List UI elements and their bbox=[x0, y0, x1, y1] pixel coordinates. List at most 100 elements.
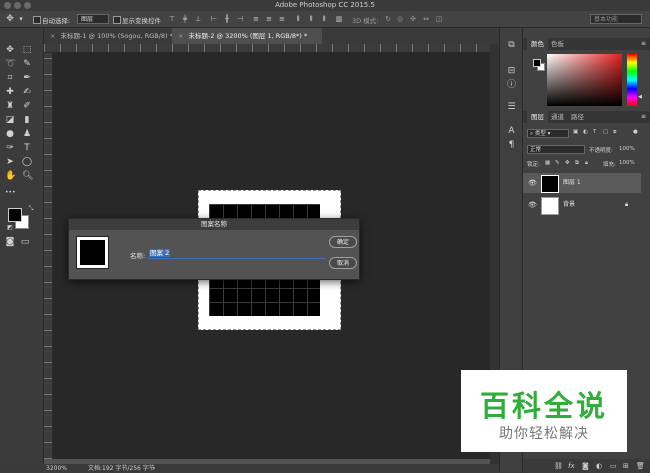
quick-mask-icon[interactable]: ◙ bbox=[5, 237, 15, 247]
adjustments-panel-icon[interactable]: ☰ bbox=[506, 102, 517, 113]
document-info[interactable]: 文档:192 字节/256 字节 bbox=[88, 464, 155, 473]
hand-tool-icon[interactable]: ✋ bbox=[5, 171, 16, 181]
gradient-tool-icon[interactable]: ▮ bbox=[22, 115, 32, 125]
zoom-level[interactable]: 3200% bbox=[46, 464, 67, 473]
distribute-left-icon[interactable]: ⦀ bbox=[294, 15, 302, 23]
color-field[interactable] bbox=[547, 54, 622, 106]
dodge-tool-icon[interactable]: ♟ bbox=[22, 129, 32, 139]
status-arrow-icon[interactable]: › bbox=[153, 464, 155, 473]
tab-document-1[interactable]: × 未标题-1 @ 100% (Sogou, RGB/8) * bbox=[44, 28, 173, 44]
lasso-tool-icon[interactable]: ➰ bbox=[5, 59, 16, 69]
tab-document-2[interactable]: × 未标题-2 @ 3200% (图层 1, RGB/8*) * bbox=[172, 28, 322, 44]
filter-adjust-icon[interactable]: ◐ bbox=[583, 129, 588, 135]
layer-row[interactable]: 👁︎ 背景 🔒︎ bbox=[523, 195, 641, 215]
group-icon[interactable]: ▭ bbox=[610, 462, 617, 470]
tab-color[interactable]: 颜色 bbox=[527, 38, 548, 50]
tab-paths[interactable]: 路径 bbox=[567, 111, 588, 123]
lock-brush-icon[interactable]: ✎ bbox=[555, 160, 560, 166]
paragraph-panel-icon[interactable]: ¶ bbox=[506, 140, 517, 151]
color-fg-swatch[interactable] bbox=[533, 59, 541, 67]
filter-pixel-icon[interactable]: ▣ bbox=[573, 129, 578, 135]
type-tool-icon[interactable]: T bbox=[22, 143, 32, 153]
panel-menu-icon[interactable]: ≡ bbox=[641, 40, 646, 47]
marquee-tool-icon[interactable]: ⬚ bbox=[22, 45, 32, 55]
ellipsis-icon[interactable]: ••• bbox=[5, 188, 16, 198]
info-panel-icon[interactable]: ⓘ bbox=[506, 80, 517, 91]
distribute-top-icon[interactable]: ≡ bbox=[252, 15, 260, 23]
eye-icon[interactable]: 👁︎ bbox=[528, 195, 537, 215]
lock-move-icon[interactable]: ✥ bbox=[565, 160, 570, 166]
scale-3d-icon[interactable]: ◫ bbox=[435, 15, 443, 23]
blur-tool-icon[interactable]: ● bbox=[5, 129, 15, 139]
cancel-button[interactable]: 取消 bbox=[329, 257, 357, 269]
auto-select-dropdown[interactable]: 图层 bbox=[77, 14, 109, 24]
distribute-bottom-icon[interactable]: ≡ bbox=[278, 15, 286, 23]
trash-icon[interactable]: 🗑︎ bbox=[636, 462, 645, 470]
workspace-search[interactable]: 基本功能 bbox=[590, 14, 642, 24]
roll-3d-icon[interactable]: ◎ bbox=[396, 15, 404, 23]
adjustment-icon[interactable]: ◐ bbox=[596, 462, 602, 470]
hue-slider-handle-icon[interactable]: ◀ bbox=[638, 94, 642, 100]
tab-channels[interactable]: 通道 bbox=[547, 111, 568, 123]
layer-row[interactable]: 👁︎ 图层 1 bbox=[523, 173, 641, 193]
shape-tool-icon[interactable]: ◯ bbox=[22, 157, 32, 167]
new-layer-icon[interactable]: ⊞ bbox=[623, 462, 629, 470]
chevron-down-icon[interactable]: ▾ bbox=[17, 15, 25, 23]
opacity-value[interactable]: 100% bbox=[619, 146, 635, 152]
hue-slider[interactable] bbox=[627, 54, 637, 106]
filter-type-icon[interactable]: T bbox=[593, 129, 596, 135]
crop-tool-icon[interactable]: ⌗ bbox=[5, 73, 15, 83]
rotate-3d-icon[interactable]: ↻ bbox=[384, 15, 392, 23]
fx-icon[interactable]: fx bbox=[568, 462, 575, 470]
properties-panel-icon[interactable]: ⊟ bbox=[506, 66, 517, 77]
align-vcenter-icon[interactable]: ╪ bbox=[181, 15, 189, 23]
close-tab-icon[interactable]: × bbox=[50, 32, 55, 40]
align-hcenter-icon[interactable]: ╫ bbox=[223, 15, 231, 23]
history-panel-icon[interactable]: ⧉ bbox=[506, 40, 517, 51]
eye-icon[interactable]: 👁︎ bbox=[528, 173, 537, 193]
eyedropper-tool-icon[interactable]: ✒ bbox=[22, 73, 32, 83]
auto-align-icon[interactable]: ▥ bbox=[335, 15, 343, 23]
brush-tool-icon[interactable]: ✍ bbox=[22, 87, 32, 97]
tab-layers[interactable]: 图层 bbox=[527, 111, 548, 123]
slide-3d-icon[interactable]: ⇔ bbox=[422, 15, 430, 23]
tab-swatches[interactable]: 色板 bbox=[547, 38, 568, 50]
filter-shape-icon[interactable]: ▢ bbox=[603, 129, 608, 135]
move-tool-icon[interactable]: ✥ bbox=[6, 15, 14, 24]
align-top-icon[interactable]: ⊤ bbox=[168, 15, 176, 23]
show-transform-checkbox[interactable] bbox=[113, 16, 121, 24]
panel-menu-icon[interactable]: ≡ bbox=[641, 113, 646, 120]
mask-icon[interactable]: ◙ bbox=[582, 462, 589, 470]
align-bottom-icon[interactable]: ⊥ bbox=[194, 15, 202, 23]
lock-artboard-icon[interactable]: ⧉ bbox=[575, 160, 579, 167]
zoom-tool-icon[interactable]: 🔍︎ bbox=[22, 171, 33, 181]
eraser-tool-icon[interactable]: ◪ bbox=[5, 115, 15, 125]
swap-colors-icon[interactable]: ⤡ bbox=[26, 204, 36, 214]
path-select-icon[interactable]: ➤ bbox=[5, 157, 15, 167]
distribute-hcenter-icon[interactable]: ⦀ bbox=[307, 15, 315, 23]
drag-3d-icon[interactable]: ✣ bbox=[409, 15, 417, 23]
name-input[interactable]: 图案 2 bbox=[148, 248, 326, 259]
blend-mode-dropdown[interactable]: 正常 bbox=[527, 145, 585, 154]
ok-button[interactable]: 确定 bbox=[329, 236, 357, 248]
distribute-right-icon[interactable]: ⦀ bbox=[320, 15, 328, 23]
move-tool-icon[interactable]: ✥ bbox=[5, 45, 15, 55]
foreground-color-swatch[interactable] bbox=[8, 208, 22, 222]
filter-smart-icon[interactable]: ⧈ bbox=[613, 129, 617, 136]
align-right-icon[interactable]: ⊣ bbox=[236, 15, 244, 23]
screen-mode-icon[interactable]: ▭ bbox=[20, 237, 30, 247]
clone-stamp-icon[interactable]: ♜ bbox=[5, 101, 15, 111]
history-brush-icon[interactable]: ✐ bbox=[22, 101, 32, 111]
filter-toggle-icon[interactable]: ● bbox=[633, 129, 638, 135]
auto-select-checkbox[interactable] bbox=[33, 16, 41, 24]
pen-tool-icon[interactable]: ✑ bbox=[5, 143, 15, 153]
healing-brush-icon[interactable]: ✚ bbox=[5, 87, 15, 97]
lock-all-icon[interactable]: 🔒︎ bbox=[585, 160, 588, 167]
fill-value[interactable]: 100% bbox=[619, 160, 635, 166]
layer-filter-dropdown[interactable]: ⌕ 类型 ▾ bbox=[527, 129, 569, 138]
default-colors-icon[interactable]: ◩ bbox=[5, 223, 15, 233]
align-left-icon[interactable]: ⊢ bbox=[210, 15, 218, 23]
quick-select-tool-icon[interactable]: ✎ bbox=[22, 59, 32, 69]
character-panel-icon[interactable]: A bbox=[506, 126, 517, 137]
distribute-vcenter-icon[interactable]: ≡ bbox=[265, 15, 273, 23]
